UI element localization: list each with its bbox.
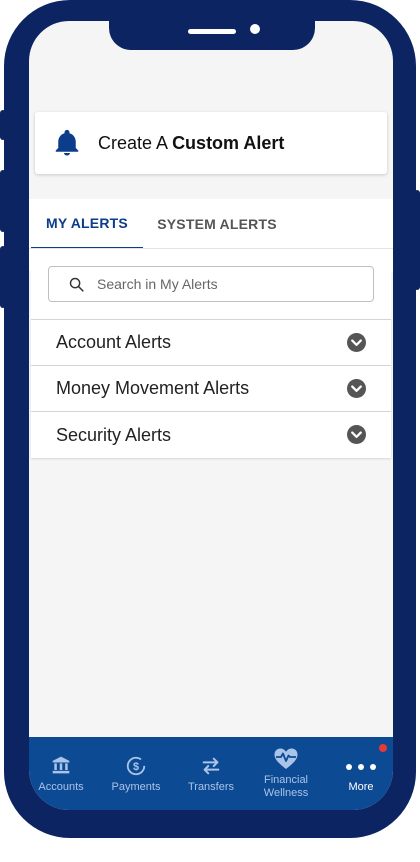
alert-group-account[interactable]: Account Alerts xyxy=(31,320,391,366)
more-dots-icon xyxy=(346,764,376,770)
dollar-cycle-icon: $ xyxy=(126,756,146,776)
tab-system-alerts[interactable]: SYSTEM ALERTS xyxy=(147,199,287,249)
alert-group-security[interactable]: Security Alerts xyxy=(31,412,391,458)
nav-label: Transfers xyxy=(187,781,235,793)
svg-text:$: $ xyxy=(133,761,139,773)
notification-dot xyxy=(379,744,387,752)
nav-accounts[interactable]: Accounts xyxy=(29,737,97,810)
camera xyxy=(250,24,260,34)
transfer-arrows-icon xyxy=(202,757,220,775)
notch xyxy=(109,21,315,50)
volume-down-button xyxy=(0,246,6,308)
tab-my-alerts[interactable]: MY ALERTS xyxy=(31,199,143,249)
chevron-down-icon xyxy=(347,379,366,398)
alert-group-label: Security Alerts xyxy=(56,424,172,445)
nav-label: Payments xyxy=(111,781,161,793)
nav-label: Accounts xyxy=(38,781,84,793)
chevron-down-icon xyxy=(347,425,366,444)
speaker xyxy=(188,29,236,34)
alert-group-label: Account Alerts xyxy=(56,332,172,352)
volume-up-button xyxy=(0,170,6,232)
chevron-down-icon xyxy=(347,333,366,352)
alert-group-label: Money Movement Alerts xyxy=(56,378,250,398)
nav-transfers[interactable]: Transfers xyxy=(175,737,247,810)
nav-payments[interactable]: $ Payments xyxy=(100,737,172,810)
create-alert-label: Create A Custom Alert xyxy=(98,133,284,154)
nav-label: More xyxy=(348,781,374,793)
alert-group-money-movement[interactable]: Money Movement Alerts xyxy=(31,366,391,412)
alert-group-list: Account Alerts Money Movement Alerts Sec… xyxy=(31,319,391,458)
bank-icon xyxy=(52,756,70,774)
side-button xyxy=(0,110,6,140)
power-button xyxy=(414,190,420,290)
phone-screen: Create A Custom Alert MY ALERTS SYSTEM A… xyxy=(29,21,393,810)
create-alert-bold: Custom Alert xyxy=(172,133,285,153)
create-alert-prefix: Create A xyxy=(98,133,168,153)
nav-label: Financial Wellness xyxy=(263,774,309,799)
nav-financial-wellness[interactable]: Financial Wellness xyxy=(250,737,322,810)
search-box[interactable] xyxy=(48,266,374,302)
heart-pulse-icon xyxy=(274,748,298,769)
bell-icon xyxy=(55,129,79,156)
create-custom-alert-button[interactable]: Create A Custom Alert xyxy=(35,112,387,174)
bottom-nav: Accounts $ Payments Transfers Financial … xyxy=(29,737,393,810)
search-icon xyxy=(69,277,84,292)
search-input[interactable] xyxy=(97,267,367,301)
